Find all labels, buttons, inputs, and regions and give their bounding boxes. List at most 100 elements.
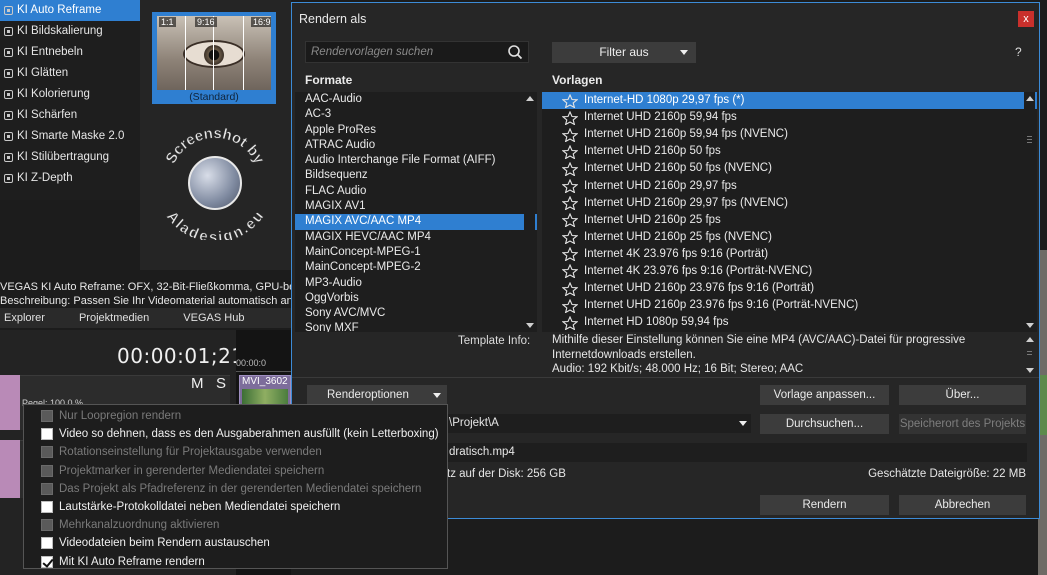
fx-list-item[interactable]: KI Kolorierung xyxy=(0,84,140,105)
render-option[interactable]: Video so dehnen, dass es den Ausgaberahm… xyxy=(41,425,439,443)
star-icon[interactable] xyxy=(562,93,578,108)
search-icon[interactable] xyxy=(507,44,523,60)
fx-list-item[interactable]: KI Schärfen xyxy=(0,105,140,126)
close-button[interactable]: x xyxy=(1018,11,1034,27)
format-item[interactable]: MAGIX AV1 xyxy=(295,199,537,214)
tab-vegas-hub[interactable]: VEGAS Hub xyxy=(183,312,244,324)
checkbox[interactable] xyxy=(41,501,53,513)
star-icon[interactable] xyxy=(562,298,578,313)
render-option[interactable]: Lautstärke-Protokolldatei neben Medienda… xyxy=(41,498,340,516)
preset-item[interactable]: Internet UHD 2160p 23.976 fps 9:16 (Port… xyxy=(542,297,1037,314)
format-item[interactable]: Apple ProRes xyxy=(295,123,537,138)
scroll-up-icon[interactable] xyxy=(526,96,534,101)
format-item[interactable]: MainConcept-MPEG-2 xyxy=(295,260,537,275)
format-item[interactable]: OggVorbis xyxy=(295,291,537,306)
format-item[interactable]: Bildsequenz xyxy=(295,168,537,183)
star-icon[interactable] xyxy=(562,161,578,176)
template-info-scrollbar[interactable] xyxy=(1024,333,1035,377)
format-item[interactable]: MAGIX HEVC/AAC MP4 xyxy=(295,230,537,245)
browse-button[interactable]: Durchsuchen... xyxy=(760,414,889,434)
formats-list[interactable]: AAC-Audio AC-3 Apple ProRes ATRAC Audio Audi… xyxy=(295,92,537,332)
format-item[interactable]: MAGIX AVC/AAC MP4 xyxy=(295,214,537,230)
customize-template-button[interactable]: Vorlage anpassen... xyxy=(760,385,889,405)
scroll-up-icon[interactable] xyxy=(1026,96,1034,101)
format-item[interactable]: AC-3 xyxy=(295,107,537,122)
format-item[interactable]: AAC-Audio xyxy=(295,92,537,107)
star-icon[interactable] xyxy=(562,179,578,194)
cancel-button[interactable]: Abbrechen xyxy=(899,495,1026,515)
star-icon[interactable] xyxy=(562,230,578,245)
preset-item[interactable]: Internet 4K 23.976 fps 9:16 (Porträt-NVE… xyxy=(542,263,1037,280)
preset-item[interactable]: Internet-HD 1080p 29,97 fps (*) xyxy=(542,92,1037,110)
preset-item[interactable]: Internet UHD 2160p 25 fps (NVENC) xyxy=(542,229,1037,246)
format-item[interactable]: MainConcept-MPEG-1 xyxy=(295,245,537,260)
star-icon[interactable] xyxy=(562,281,578,296)
preset-item[interactable]: Internet UHD 2160p 23.976 fps 9:16 (Port… xyxy=(542,280,1037,297)
about-button[interactable]: Über... xyxy=(899,385,1026,405)
filter-dropdown[interactable]: Filter aus xyxy=(552,42,696,63)
scroll-down-icon[interactable] xyxy=(1026,323,1034,328)
render-options-button[interactable]: Renderoptionen xyxy=(307,385,447,405)
preset-item[interactable]: Internet HD 1080p 59,94 fps xyxy=(542,314,1037,331)
solo-button[interactable]: S xyxy=(216,375,226,392)
fx-description-line: VEGAS KI Auto Reframe: OFX, 32-Bit-Fließ… xyxy=(0,281,291,293)
presets-scrollbar[interactable] xyxy=(1024,92,1035,332)
star-icon[interactable] xyxy=(562,247,578,262)
project-location-button[interactable]: Speicherort des Projekts xyxy=(899,414,1026,434)
dialog-titlebar[interactable]: Rendern als x xyxy=(292,3,1039,35)
preset-caption: (Standard) xyxy=(189,91,239,103)
scroll-down-icon[interactable] xyxy=(526,323,534,328)
star-icon[interactable] xyxy=(562,315,578,330)
fx-item-label: KI Schärfen xyxy=(17,109,78,121)
preset-item[interactable]: Internet UHD 2160p 50 fps xyxy=(542,143,1037,160)
format-item[interactable]: MP3-Audio xyxy=(295,276,537,291)
format-item[interactable]: FLAC Audio xyxy=(295,184,537,199)
formats-scrollbar[interactable] xyxy=(524,92,535,332)
tab-explorer[interactable]: Explorer xyxy=(4,312,45,324)
format-item[interactable]: Sony MXF xyxy=(295,321,537,332)
presets-list[interactable]: Internet-HD 1080p 29,97 fps (*) Internet … xyxy=(542,92,1037,332)
star-icon[interactable] xyxy=(562,213,578,228)
fx-list-item[interactable]: KI Glätten xyxy=(0,63,140,84)
preset-item[interactable]: Internet UHD 2160p 59,94 fps xyxy=(542,109,1037,126)
star-icon[interactable] xyxy=(562,110,578,125)
fx-list-item[interactable]: KI Auto Reframe xyxy=(0,0,140,21)
mute-button[interactable]: M xyxy=(191,375,204,392)
preset-item[interactable]: Internet 4K 23.976 fps 9:16 (Porträt) xyxy=(542,246,1037,263)
tab-project-media[interactable]: Projektmedien xyxy=(79,312,149,324)
preset-thumbnail[interactable]: 1:1 9:16 16:9 (Standard) xyxy=(152,12,276,104)
checkbox[interactable] xyxy=(41,428,53,441)
folder-select[interactable]: \Projekt\A xyxy=(447,414,751,433)
format-item[interactable]: Audio Interchange File Format (AIFF) xyxy=(295,153,537,168)
fx-item-label: KI Z-Depth xyxy=(17,172,73,184)
fx-list-item[interactable]: KI Stilübertragung xyxy=(0,147,140,168)
fx-list-item[interactable]: KI Smarte Maske 2.0 xyxy=(0,126,140,147)
checkbox[interactable] xyxy=(41,537,53,550)
checkbox[interactable] xyxy=(41,555,53,568)
fx-list-item[interactable]: KI Z-Depth xyxy=(0,168,140,189)
preset-item[interactable]: Internet UHD 2160p 25 fps xyxy=(542,212,1037,229)
format-item[interactable]: Sony AVC/MVC xyxy=(295,306,537,321)
star-icon[interactable] xyxy=(562,196,578,211)
scroll-down-icon[interactable] xyxy=(1026,368,1034,373)
preset-label: Internet 4K 23.976 fps 9:16 (Porträt-NVE… xyxy=(584,264,813,277)
search-input[interactable] xyxy=(306,42,501,62)
star-icon[interactable] xyxy=(562,127,578,142)
render-option[interactable]: Videodateien beim Rendern austauschen xyxy=(41,534,270,552)
preset-item[interactable]: Internet UHD 2160p 29,97 fps xyxy=(542,177,1037,194)
star-icon[interactable] xyxy=(562,144,578,159)
watermark-text: Screenshot by Aladesign.eu xyxy=(162,126,268,240)
render-option[interactable]: Mit KI Auto Reframe rendern xyxy=(41,553,205,571)
render-button[interactable]: Rendern xyxy=(760,495,889,515)
preset-item[interactable]: Internet UHD 2160p 50 fps (NVENC) xyxy=(542,160,1037,177)
format-item[interactable]: ATRAC Audio xyxy=(295,138,537,153)
scroll-up-icon[interactable] xyxy=(1026,337,1034,342)
fx-list-item[interactable]: KI Bildskalierung xyxy=(0,21,140,42)
star-icon[interactable] xyxy=(562,264,578,279)
fx-list-item[interactable]: KI Entnebeln xyxy=(0,42,140,63)
help-button[interactable]: ? xyxy=(1015,45,1022,59)
preset-item[interactable]: Internet UHD 2160p 29,97 fps (NVENC) xyxy=(542,195,1037,212)
plugin-icon xyxy=(4,90,13,99)
preset-item[interactable]: Internet UHD 2160p 59,94 fps (NVENC) xyxy=(542,126,1037,143)
filename-input[interactable]: dratisch.mp4 xyxy=(447,443,1027,462)
